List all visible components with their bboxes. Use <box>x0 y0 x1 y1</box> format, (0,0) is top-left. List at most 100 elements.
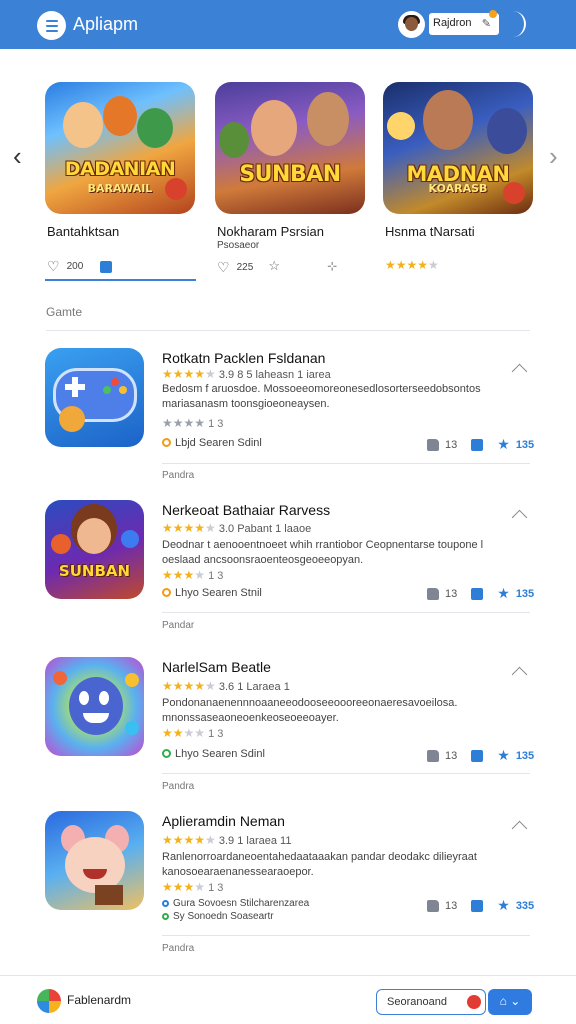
shield-icon[interactable] <box>100 260 113 273</box>
game-title[interactable]: NarlelSam Beatle <box>162 659 271 675</box>
star-icon[interactable]: ★ <box>497 436 510 453</box>
game-description: Bedosm f aruosdoe. Mossoeeomoreonesedlos… <box>162 383 481 410</box>
collapse-icon[interactable] <box>511 509 528 526</box>
section-label: Gamte <box>46 305 83 319</box>
collapse-icon[interactable] <box>511 363 528 380</box>
divider <box>46 330 530 331</box>
bottom-bar-label: Fablenardm <box>67 993 132 1007</box>
like-count: 13 <box>445 438 458 451</box>
sub-rating: ★★★★ 1 3 <box>162 416 224 430</box>
game-icon[interactable] <box>45 811 144 910</box>
menu-icon[interactable] <box>37 11 66 40</box>
action-button[interactable]: ⌂ ⌄ <box>488 989 532 1015</box>
like-count: 13 <box>445 749 458 762</box>
shield-icon[interactable] <box>471 749 484 762</box>
game-description: Ranlenorroardaneoentahedaataaakan pandar… <box>162 851 477 878</box>
star-count: 135 <box>515 587 535 600</box>
star-icon[interactable]: ★ <box>497 585 510 602</box>
sub-rating-text: 1 3 <box>208 882 224 894</box>
divider <box>162 773 530 774</box>
card-subtitle: Psosaeor <box>217 240 260 251</box>
notification-badge <box>489 10 497 18</box>
game-rating: ★★★★★ 3.9 1 laraea 11 <box>162 833 292 847</box>
thumbs-up-icon[interactable] <box>427 438 439 451</box>
carousel-card[interactable]: SUNBAN Nokharam Psrsian Psosaeor ♡ 225 ☆… <box>215 82 365 275</box>
star-icon[interactable]: ★ <box>497 747 510 764</box>
developer-name: Gura Sovoesn Stilcharenzarea <box>173 898 310 909</box>
game-thumbnail[interactable]: SUNBAN <box>215 82 365 214</box>
star-count: 135 <box>515 438 535 451</box>
carousel-card[interactable]: MADNAN KOARASB Hsnma tNarsati ★★★★★ <box>383 82 533 272</box>
chevron-right-icon[interactable] <box>512 11 526 37</box>
rating-text: 3.9 1 laraea 11 <box>218 835 292 847</box>
developer[interactable]: Lhyo Searen Sdinl <box>162 748 265 760</box>
shield-icon[interactable] <box>471 899 484 912</box>
sub-rating: ★★★★ 1 3 <box>162 726 224 740</box>
game-icon[interactable]: SUNBAN <box>45 500 144 599</box>
game-logo-text: SUNBAN <box>58 562 131 580</box>
thumbs-up-icon[interactable] <box>427 899 439 912</box>
star-outline-icon[interactable]: ☆ <box>268 258 280 273</box>
collapse-icon[interactable] <box>511 820 528 837</box>
developer[interactable]: Lbjd Searen Sdinl <box>162 437 262 449</box>
game-icon[interactable] <box>45 657 144 756</box>
search-input[interactable]: Seoranoand <box>376 989 486 1015</box>
game-rating: ★★★★★ 3.6 1 Laraea 1 <box>162 679 290 693</box>
like-count: 200 <box>66 261 84 272</box>
heart-icon[interactable]: ♡ <box>47 258 60 275</box>
card-title: Hsnma tNarsati <box>385 224 475 239</box>
game-logo-subtext: BARAWAIL <box>87 182 153 195</box>
star-count: 135 <box>515 749 535 762</box>
rating-stars: ★★★★★ <box>385 258 439 272</box>
row-footer: Pandra <box>162 781 195 792</box>
carousel-next-button[interactable]: › <box>549 141 558 172</box>
card-meta: ♡ 225 ☆ ⊹ <box>217 258 367 276</box>
avatar[interactable] <box>398 11 425 38</box>
game-icon[interactable] <box>45 348 144 447</box>
card-rating: ★★★★★ <box>385 258 535 276</box>
row-actions: 13 ★ 335 <box>427 897 534 914</box>
developer-name: Sy Sonoedn Soaseartr <box>173 911 274 922</box>
developer[interactable]: Gura Sovoesn Stilcharenzarea <box>162 898 309 909</box>
user-chip[interactable]: Rajdron ✎ <box>429 10 499 35</box>
thumbs-up-icon[interactable] <box>427 749 439 762</box>
thumbs-up-icon[interactable] <box>427 587 439 600</box>
game-rating: ★★★★★ 3.0 Pabant 1 laaoe <box>162 521 312 535</box>
game-title[interactable]: Rotkatn Packlen Fsldanan <box>162 350 325 366</box>
rating-text: 3.9 8 5 laheasn 1 iarea <box>218 369 331 381</box>
row-actions: 13 ★ 135 <box>427 585 534 602</box>
star-icon[interactable]: ★ <box>497 897 510 914</box>
collapse-icon[interactable] <box>511 666 528 683</box>
app-header: Apliapm Rajdron ✎ <box>0 0 576 49</box>
developer[interactable]: Lhyo Searen Stnil <box>162 587 262 599</box>
game-thumbnail[interactable]: MADNAN KOARASB <box>383 82 533 214</box>
carousel-prev-button[interactable]: ‹ <box>13 141 22 172</box>
developer-icon <box>162 588 171 597</box>
game-logo-subtext: KOARASB <box>428 182 488 195</box>
record-icon[interactable] <box>467 995 481 1009</box>
game-title[interactable]: Aplieramdin Neman <box>162 813 285 829</box>
developer-secondary: Sy Sonoedn Soaseartr <box>162 911 274 922</box>
app-title: Apliapm <box>73 14 139 34</box>
shield-icon[interactable] <box>471 587 484 600</box>
sub-rating-text: 1 3 <box>208 418 224 430</box>
divider <box>162 612 530 613</box>
game-title[interactable]: Nerkeoat Bathaiar Rarvess <box>162 502 330 518</box>
edit-icon[interactable]: ✎ <box>482 17 491 30</box>
carousel-card[interactable]: DADANIAN BARAWAIL Bantahktsan ♡ 200 <box>45 82 195 274</box>
row-footer: Pandra <box>162 943 195 954</box>
sub-rating: ★★★★ 1 3 <box>162 880 224 894</box>
game-thumbnail[interactable]: DADANIAN BARAWAIL <box>45 82 195 214</box>
row-footer: Pandar <box>162 620 195 631</box>
developer-name: Lhyo Searen Stnil <box>175 587 262 599</box>
sparkle-icon[interactable]: ⊹ <box>327 259 337 273</box>
developer-icon <box>162 438 171 447</box>
user-name: Rajdron <box>433 17 472 29</box>
developer-icon <box>162 900 169 907</box>
carousel-active-indicator <box>45 279 196 281</box>
store-logo-icon[interactable] <box>37 989 61 1013</box>
like-count: 13 <box>445 899 458 912</box>
developer-icon <box>162 913 169 920</box>
heart-icon[interactable]: ♡ <box>217 259 230 276</box>
shield-icon[interactable] <box>471 438 484 451</box>
